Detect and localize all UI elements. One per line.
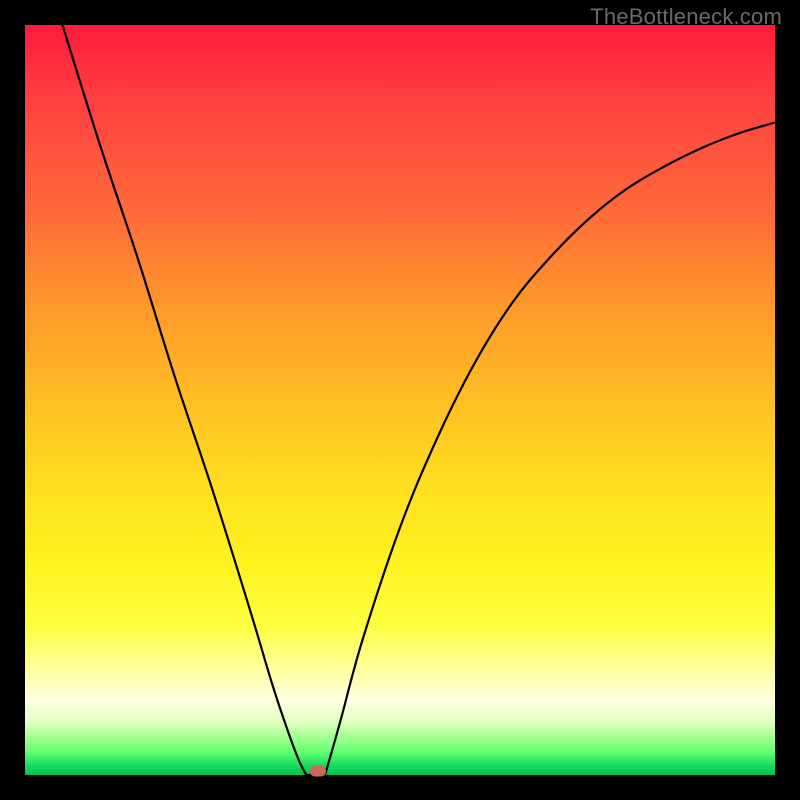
curve-right-branch	[325, 123, 775, 776]
min-marker	[310, 766, 326, 777]
plot-area	[25, 25, 775, 775]
chart-frame: TheBottleneck.com	[0, 0, 800, 800]
curve-left-branch	[63, 25, 307, 775]
curve-svg	[25, 25, 775, 775]
